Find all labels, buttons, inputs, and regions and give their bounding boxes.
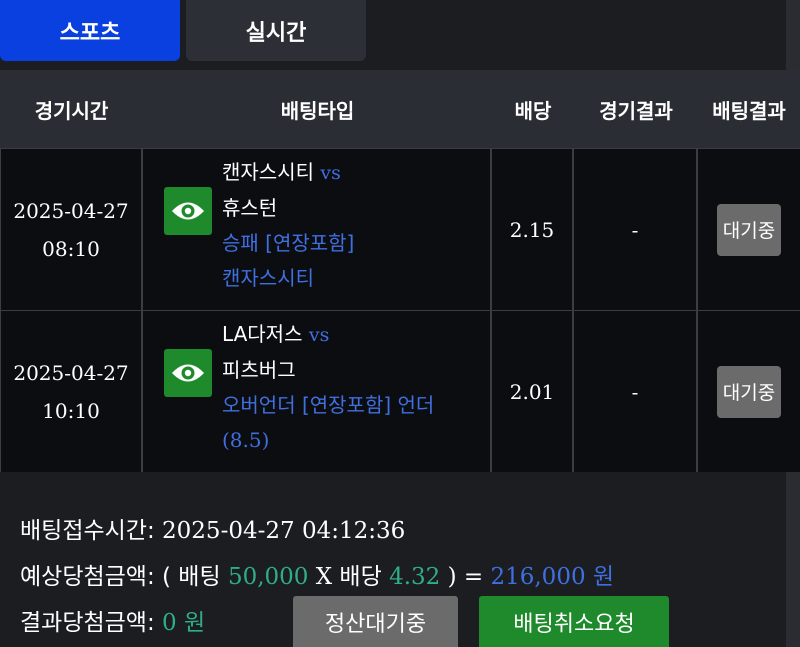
header-bet-result: 배팅결과 [712, 98, 786, 123]
expected-win-line: 예상당첨금액: ( 배팅 50,000 X 배당 4.32 ) = 216,00… [20, 557, 614, 591]
away-team: 휴스턴 [222, 196, 278, 220]
bet-amount: 50,000 [227, 564, 309, 590]
result-amount: 0 원 [162, 610, 206, 636]
pick-line: (8.5) [222, 428, 270, 452]
game-result-cell: - [574, 149, 698, 310]
table-row: 2025-04-27 08:10 캔자스시티 vs 휴스턴 승패 [연장포함] … [0, 148, 800, 310]
home-team: 캔자스시티 [222, 160, 314, 184]
pick-label: 언더 [397, 393, 435, 417]
pick-label: 캔자스시티 [222, 266, 314, 290]
game-time-cell: 2025-04-27 10:10 [0, 311, 143, 472]
accept-time-label: 배팅접수시간: [20, 518, 163, 544]
game-date: 2025-04-27 [13, 198, 129, 223]
game-time: 08:10 [42, 236, 100, 261]
header-odds: 배당 [514, 98, 552, 123]
bet-type-label: 오버언더 [연장포함] [222, 393, 392, 417]
accept-time-value: 2025-04-27 04:12:36 [162, 518, 406, 544]
table-header: 경기시간 배팅타입 배당 경기결과 배팅결과 [0, 70, 800, 148]
home-team: LA다저스 [222, 322, 303, 346]
tab-bar: 스포츠 실시간 [0, 0, 800, 64]
status-badge: 대기중 [717, 365, 781, 418]
eye-icon[interactable] [164, 187, 212, 235]
tab-live[interactable]: 실시간 [186, 0, 366, 61]
total-odds: 4.32 [389, 564, 441, 590]
status-badge: 대기중 [717, 203, 781, 256]
game-result-cell: - [574, 311, 698, 472]
tab-sports[interactable]: 스포츠 [0, 0, 180, 61]
cancel-bet-button[interactable]: 배팅취소요청 [479, 596, 669, 647]
result-win-line: 결과당첨금액: 0 원 [20, 603, 205, 637]
expected-amount: 216,000 원 [490, 564, 615, 590]
odds-cell: 2.01 [492, 311, 574, 472]
header-game-time: 경기시간 [34, 98, 109, 123]
bet-type-cell: 캔자스시티 vs 휴스턴 승패 [연장포함] 캔자스시티 [143, 149, 492, 310]
equals-label: ) = [440, 564, 491, 590]
eye-icon[interactable] [164, 349, 212, 397]
game-time: 10:10 [42, 398, 100, 423]
bet-type-cell: LA다저스 vs 피츠버그 오버언더 [연장포함] 언더 (8.5) [143, 311, 492, 472]
result-win-label: 결과당첨금액: [20, 610, 163, 636]
x-odds-label: X 배당 [308, 564, 390, 590]
vs-label: vs [320, 162, 341, 184]
expected-win-label: 예상당첨금액: ( 배팅 [20, 564, 228, 590]
header-game-result: 경기결과 [599, 98, 673, 123]
accept-time-line: 배팅접수시간: 2025-04-27 04:12:36 [20, 511, 405, 545]
header-bet-type: 배팅타입 [280, 98, 355, 123]
odds-cell: 2.15 [492, 149, 574, 310]
bet-result-cell: 대기중 [698, 149, 800, 310]
bet-type-label: 승패 [연장포함] [222, 231, 355, 255]
bet-result-cell: 대기중 [698, 311, 800, 472]
game-date: 2025-04-27 [13, 360, 129, 385]
game-time-cell: 2025-04-27 08:10 [0, 149, 143, 310]
bet-summary: 배팅접수시간: 2025-04-27 04:12:36 예상당첨금액: ( 배팅… [0, 500, 800, 647]
away-team: 피츠버그 [222, 358, 296, 382]
table-row: 2025-04-27 10:10 LA다저스 vs 피츠버그 오버언더 [연장포… [0, 310, 800, 472]
settle-pending-button[interactable]: 정산대기중 [293, 596, 458, 647]
vs-label: vs [308, 324, 330, 346]
